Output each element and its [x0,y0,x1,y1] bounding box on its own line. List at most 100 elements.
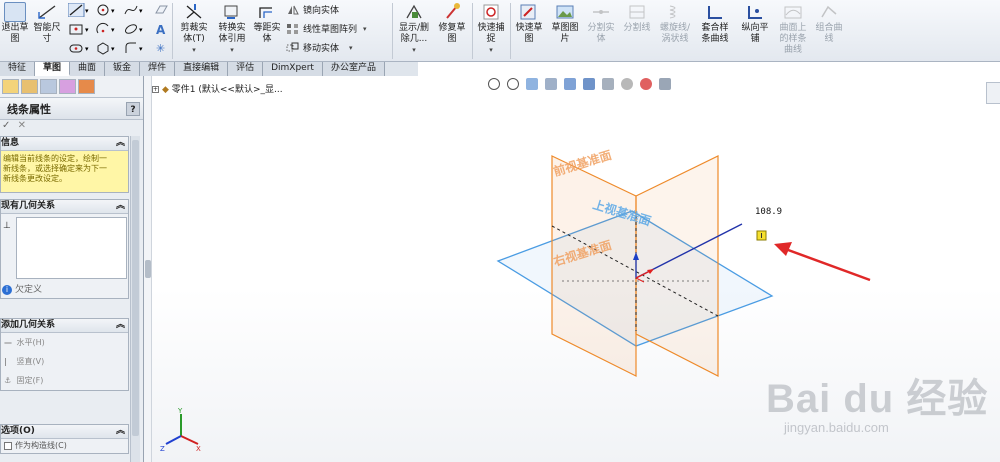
help-button[interactable]: ? [126,101,140,116]
construction-checkbox[interactable]: 作为构造线(C) [1,439,128,453]
configuration-manager-icon[interactable] [40,79,57,94]
message-text: 编辑当前线条的设定，绘制一 新线条，或选择确定来为下一 新线条更改设定。 [1,151,128,192]
plane-tool[interactable] [154,3,168,17]
collapse-icon: ︽ [115,138,125,148]
svg-text:▾: ▾ [111,7,115,15]
display-manager-icon[interactable] [78,79,95,94]
reference-triad[interactable]: Y X Z [158,406,204,452]
offset-entities-button[interactable]: 等距实 体 [252,2,282,45]
split-entities-button[interactable]: 分割实 体 [585,2,617,45]
svg-text:▾: ▾ [85,26,89,34]
fix-icon: ⚓ [4,376,12,385]
line-icon: ▾ [68,3,89,17]
manager-tabs [0,76,143,98]
relation-vertical[interactable]: | 竖直(V) [1,352,128,371]
ribbon-separator [510,3,511,59]
triad-y-label: Y [177,407,183,415]
graphics-area[interactable]: + ◆ 零件1 (默认<<默认>_显... 前视基准面 上视基准面 右视基准面 … [152,76,1000,462]
linear-pattern-icon [286,23,300,35]
right-plane[interactable] [635,155,719,377]
quick-snaps-icon [480,2,502,22]
cancel-button[interactable]: ✕ [18,120,26,131]
move-entities-button[interactable]: 移动实体 ▾ [286,41,353,54]
exit-sketch-button[interactable]: 退出草 图 [0,2,30,45]
split-line-icon [626,2,648,22]
baidu-watermark: Bai du 经验 [766,377,989,421]
relations-listbox[interactable] [16,217,127,279]
fit-spline-button[interactable]: 套合样 条曲线 [697,2,733,45]
svg-text:✳: ✳ [156,42,165,55]
curve-on-surface-button[interactable]: 曲面上 的样条 曲线 [776,2,810,56]
solidworks-window: 退出草 图 智能尺 寸 ▾ ▾ ▾ ▾ ▾ ▾ ▾ ▾ ▾ A ✳ 剪裁实 体(… [0,0,1000,462]
circle-tool[interactable]: ▾ [96,3,118,17]
existing-relations-header[interactable]: 现有几何关系 ︽ [1,200,128,214]
slot-tool[interactable]: ▾ [68,41,90,55]
repair-sketch-button[interactable]: 修复草 图 [436,2,468,45]
dimension-readout: 108.9 [755,207,783,217]
horizontal-icon: — [4,338,12,347]
checkbox-box[interactable] [4,442,12,450]
feature-manager-icon[interactable] [2,79,19,94]
relation-fix[interactable]: ⚓ 固定(F) [1,371,128,390]
collapse-icon: ︽ [115,426,125,436]
point-tool[interactable]: ✳ [154,41,168,55]
tab-dimxpert[interactable]: DimXpert [263,62,323,76]
display-delete-relations-button[interactable]: 显示/删 除几... ▾ [396,2,432,56]
options-header[interactable]: 选项(O) ︽ [1,425,128,439]
sketch-picture-button[interactable]: 草图图 片 [549,2,581,45]
svg-text:▾: ▾ [139,26,143,34]
ellipse-tool[interactable]: ▾ [124,22,146,36]
tab-sketch[interactable]: 草图 [35,62,71,76]
point-icon: ✳ [156,42,165,55]
repair-sketch-icon [441,2,463,22]
helix-icon [664,2,686,22]
splitter-handle-icon[interactable] [145,260,151,278]
composite-curve-button[interactable]: 组合曲 线 [812,2,846,45]
svg-text:▾: ▾ [139,45,143,53]
collapse-icon: ︽ [115,320,125,330]
rectangle-tool[interactable]: ▾ [68,22,90,36]
ok-button[interactable]: ✓ [2,120,10,131]
convert-entities-icon [221,2,243,22]
add-relations-header[interactable]: 添加几何关系 ︽ [1,319,128,333]
tab-surfaces[interactable]: 曲面 [70,62,106,76]
tab-office-products[interactable]: 办公室产品 [322,62,385,76]
message-group-header[interactable]: 信息 ︽ [1,137,128,151]
pane-scrollbar[interactable] [130,136,140,462]
tab-evaluate[interactable]: 评估 [228,62,264,76]
fillet-icon: ▾ [125,42,143,53]
property-manager-icon[interactable] [21,79,38,94]
quick-snaps-button[interactable]: 快速捕 捉 ▾ [476,2,506,56]
tab-features[interactable]: 特征 [0,62,36,76]
text-tool[interactable]: A [154,22,168,36]
dimxpert-manager-icon[interactable] [59,79,76,94]
spline-tool[interactable]: ▾ [124,3,146,17]
polygon-tool[interactable]: ▾ [96,41,118,55]
svg-text:▾: ▾ [111,45,115,53]
linear-pattern-button[interactable]: 线性草图阵列 ▾ [286,22,367,35]
arc-tool[interactable]: ▾ [96,22,118,36]
trim-entities-button[interactable]: 剪裁实 体(T) ▾ [176,2,212,56]
tab-direct-editing[interactable]: 直接编辑 [175,62,229,76]
smart-dimension-button[interactable]: 智能尺 寸 [30,2,64,45]
scrollbar-thumb[interactable] [132,140,139,436]
rapid-sketch-button[interactable]: 快速草 图 [513,2,545,45]
tab-weldments[interactable]: 焊件 [140,62,176,76]
pane-splitter[interactable] [144,76,152,462]
svg-text:▾: ▾ [111,26,115,34]
annotation-arrowhead [774,242,792,256]
info-icon: i [2,285,12,295]
vertical-plane-button[interactable]: 纵向平 铺 [737,2,773,45]
text-icon: A [156,23,166,36]
split-line-button[interactable]: 分割线 [621,2,653,34]
convert-entities-button[interactable]: 转换实 体引用 ▾ [214,2,250,56]
tab-sheet-metal[interactable]: 钣金 [105,62,141,76]
fillet-tool[interactable]: ▾ [124,41,146,55]
relation-horizontal[interactable]: — 水平(H) [1,333,128,352]
mirror-entities-button[interactable]: 镜向实体 [286,3,339,16]
property-manager-header: 线条属性 ? [0,98,143,120]
line-properties-title: 线条属性 [7,102,51,116]
mirror-icon [286,4,300,16]
line-tool[interactable]: ▾ [68,3,90,17]
helix-spiral-button[interactable]: 螺旋线/ 涡状线 [657,2,693,45]
